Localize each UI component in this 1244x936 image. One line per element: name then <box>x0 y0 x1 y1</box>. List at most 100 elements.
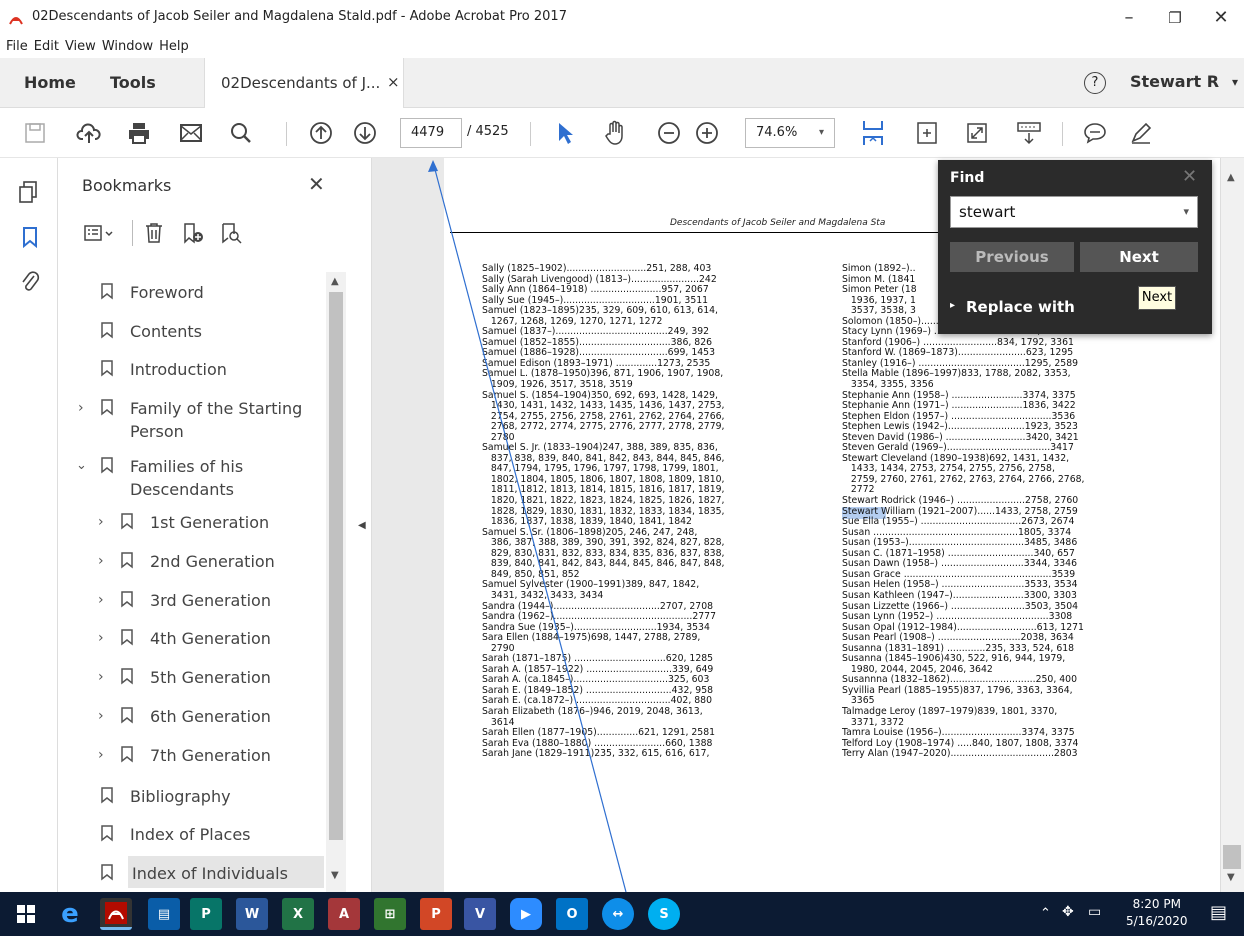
close-find-icon[interactable]: ✕ <box>1182 166 1197 187</box>
hand-tool-icon[interactable] <box>600 118 630 148</box>
windows-start-icon[interactable] <box>10 898 42 930</box>
bookmark-2nd-generation[interactable]: 2nd Generation <box>150 552 275 571</box>
bookmark-panel-icon[interactable] <box>22 226 38 252</box>
word-icon[interactable]: W <box>236 898 268 930</box>
zoom-app-icon[interactable]: ▶ <box>510 898 542 930</box>
menu-file[interactable]: File <box>6 36 28 58</box>
project-icon[interactable]: ⊞ <box>374 898 406 930</box>
previous-button[interactable]: Previous <box>950 242 1074 272</box>
bookmark-5th-generation[interactable]: 5th Generation <box>150 668 271 687</box>
bookmark-contents[interactable]: Contents <box>130 322 202 341</box>
clock[interactable]: 8:20 PM 5/16/2020 <box>1126 896 1188 930</box>
acrobat-taskbar-icon[interactable] <box>100 898 132 930</box>
chevron-right-icon[interactable]: › <box>98 747 104 763</box>
print-icon[interactable] <box>124 118 154 148</box>
next-page-icon[interactable] <box>350 118 380 148</box>
outlook-icon[interactable]: O <box>556 898 588 930</box>
chevron-down-icon[interactable]: ⌄ <box>76 458 87 473</box>
chevron-right-icon[interactable]: › <box>98 630 104 646</box>
close-tab-icon[interactable]: × <box>387 73 400 91</box>
zoom-in-icon[interactable] <box>692 118 722 148</box>
email-icon[interactable] <box>176 118 206 148</box>
select-cursor-icon[interactable] <box>550 118 580 148</box>
scroll-down-icon[interactable]: ▼ <box>331 870 339 881</box>
expand-arrow-icon[interactable]: ▸ <box>950 300 955 311</box>
user-menu[interactable]: Stewart R <box>1130 72 1219 91</box>
network-icon[interactable]: ▭ <box>1088 904 1101 920</box>
bookmark-7th-generation[interactable]: 7th Generation <box>150 746 271 765</box>
chevron-right-icon[interactable]: › <box>98 514 104 530</box>
options-menu-icon[interactable] <box>84 224 116 248</box>
bookmark-families-descendants[interactable]: Families of his <box>130 457 243 476</box>
chevron-right-icon[interactable]: › <box>78 400 84 416</box>
bookmarks-scroll-thumb[interactable] <box>329 292 343 840</box>
collapse-panel-icon[interactable]: ◀ <box>358 520 366 531</box>
bookmark-introduction[interactable]: Introduction <box>130 360 227 379</box>
chevron-down-icon[interactable]: ▾ <box>1183 197 1189 227</box>
page-thumbnails-icon[interactable] <box>18 180 38 208</box>
restore-button[interactable]: ❐ <box>1152 4 1198 32</box>
page-number-input[interactable]: 4479 <box>400 118 462 148</box>
tab-document[interactable]: 02Descendants of J... × <box>204 58 404 108</box>
help-icon[interactable]: ? <box>1084 72 1106 94</box>
close-panel-icon[interactable]: ✕ <box>308 172 325 196</box>
bookmark-index-places[interactable]: Index of Places <box>130 825 251 844</box>
scroll-up-icon[interactable]: ▲ <box>331 276 339 287</box>
teamviewer-icon[interactable]: ↔ <box>602 898 634 930</box>
previous-page-icon[interactable] <box>306 118 336 148</box>
powerpoint-icon[interactable]: P <box>420 898 452 930</box>
fit-page-icon[interactable] <box>858 118 888 148</box>
chevron-right-icon[interactable]: › <box>98 708 104 724</box>
excel-icon[interactable]: X <box>282 898 314 930</box>
tab-tools[interactable]: Tools <box>110 58 156 108</box>
chevron-right-icon[interactable]: › <box>98 669 104 685</box>
notifications-icon[interactable]: ▤ <box>1210 902 1227 923</box>
bookmark-3rd-generation[interactable]: 3rd Generation <box>150 591 271 610</box>
highlight-pen-icon[interactable] <box>1126 118 1156 148</box>
bookmark-bibliography[interactable]: Bibliography <box>130 787 231 806</box>
bookmark-index-individuals[interactable]: Index of Individuals <box>132 864 288 883</box>
scroll-mode-icon[interactable] <box>1014 118 1044 148</box>
publisher-icon[interactable]: P <box>190 898 222 930</box>
zoom-select[interactable]: 74.6% ▾ <box>745 118 835 148</box>
tray-chevron-icon[interactable]: ⌃ <box>1040 906 1051 921</box>
zoom-out-icon[interactable] <box>654 118 684 148</box>
close-window-button[interactable]: ✕ <box>1198 4 1244 32</box>
bookmark-foreword[interactable]: Foreword <box>130 283 204 302</box>
search-icon[interactable] <box>226 118 256 148</box>
next-button[interactable]: Next <box>1080 242 1198 272</box>
new-bookmark-icon[interactable] <box>182 222 204 248</box>
menu-edit[interactable]: Edit <box>34 36 59 58</box>
panel-splitter[interactable]: ◀ <box>354 158 372 892</box>
edge-icon[interactable]: e <box>54 898 86 930</box>
document-scroll-thumb[interactable] <box>1223 845 1241 869</box>
skype-icon[interactable]: S <box>648 898 680 930</box>
cloud-upload-icon[interactable] <box>74 118 104 148</box>
chevron-right-icon[interactable]: › <box>98 553 104 569</box>
attachments-icon[interactable] <box>20 270 40 298</box>
rotate-icon[interactable] <box>912 118 942 148</box>
scroll-down-icon[interactable]: ▼ <box>1227 872 1235 883</box>
comment-icon[interactable] <box>1080 118 1110 148</box>
find-input[interactable]: stewart ▾ <box>950 196 1198 228</box>
bookmark-family-starting[interactable]: Family of the Starting <box>130 399 302 418</box>
bookmark-6th-generation[interactable]: 6th Generation <box>150 707 271 726</box>
chevron-right-icon[interactable]: › <box>98 592 104 608</box>
replace-with-toggle[interactable]: Replace with <box>966 298 1075 316</box>
menu-window[interactable]: Window <box>102 36 153 58</box>
contacts-icon[interactable]: ▤ <box>148 898 180 930</box>
access-icon[interactable]: A <box>328 898 360 930</box>
menu-help[interactable]: Help <box>159 36 189 58</box>
tab-home[interactable]: Home <box>24 58 76 108</box>
document-scrollbar[interactable]: ▲ ▼ <box>1220 158 1244 892</box>
chevron-down-icon[interactable]: ▾ <box>1232 75 1238 89</box>
minimize-button[interactable]: – <box>1106 4 1152 32</box>
bookmark-4th-generation[interactable]: 4th Generation <box>150 629 271 648</box>
bookmark-search-icon[interactable] <box>220 222 242 248</box>
visio-icon[interactable]: V <box>464 898 496 930</box>
delete-icon[interactable] <box>144 222 164 248</box>
scroll-up-icon[interactable]: ▲ <box>1227 172 1235 183</box>
dropbox-icon[interactable]: ✥ <box>1062 904 1074 920</box>
menu-view[interactable]: View <box>65 36 96 58</box>
bookmark-1st-generation[interactable]: 1st Generation <box>150 513 269 532</box>
